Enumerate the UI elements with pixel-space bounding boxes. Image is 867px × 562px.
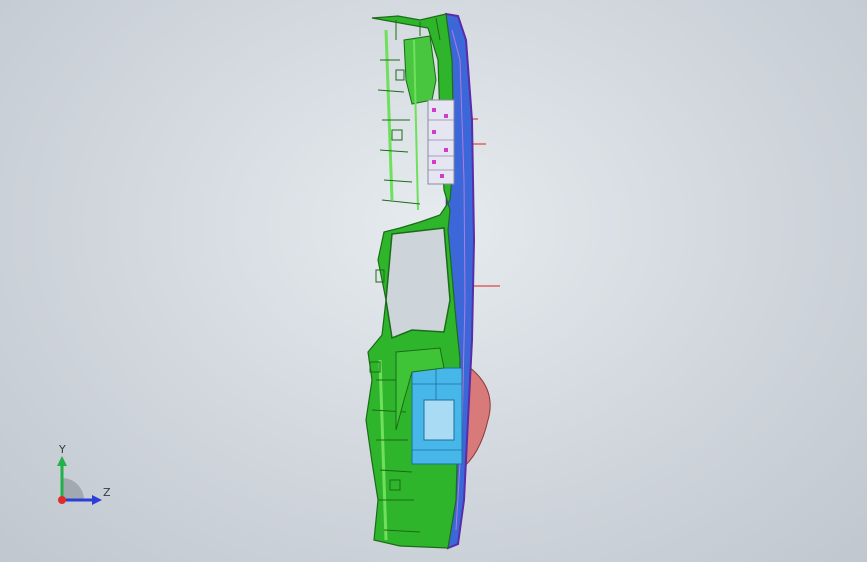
y-axis-label: Y [59, 443, 66, 456]
center-opening [385, 227, 451, 340]
upper-bracket [427, 99, 455, 185]
x-axis-dot [58, 496, 66, 504]
z-axis-label: Z [103, 486, 111, 499]
y-axis-arrow [57, 456, 67, 466]
lower-module-inner [423, 399, 455, 441]
z-axis-arrow [92, 495, 102, 505]
orientation-triad[interactable] [40, 438, 120, 518]
3d-viewport[interactable]: Y Z [0, 0, 867, 562]
dashboard-model[interactable] [0, 0, 867, 562]
triad-base-sector [62, 478, 84, 500]
upper-opening [403, 35, 437, 105]
frame-highlight-1 [384, 29, 394, 201]
